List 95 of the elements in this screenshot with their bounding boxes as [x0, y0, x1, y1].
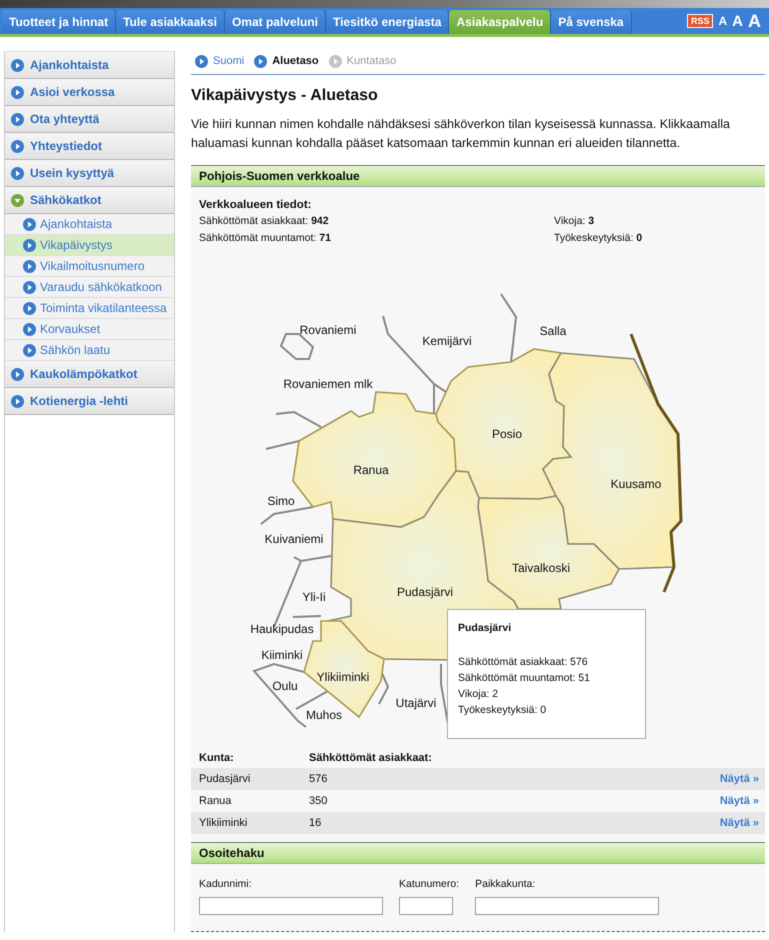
breadcrumb-link[interactable]: Suomi: [195, 54, 244, 68]
down-arrow-circle-icon: [11, 194, 24, 206]
nav-tab[interactable]: Omat palveluni: [224, 10, 326, 34]
table-cell-text: Pudasjärvi: [199, 773, 252, 785]
sidebar-item[interactable]: Ajankohtaista: [5, 52, 174, 79]
text-size-link[interactable]: A: [748, 10, 761, 32]
table-cell-text: Ylikiiminki: [199, 817, 248, 829]
input-field[interactable]: [475, 897, 660, 915]
breadcrumb-link[interactable]: Aluetaso: [254, 54, 319, 68]
table-cell-text: 576: [309, 773, 328, 785]
place-label[interactable]: Taivalkoski: [512, 561, 570, 575]
place-label[interactable]: Yli-Ii: [302, 590, 326, 604]
sidebar-subitem[interactable]: Varaudu sähkökatkoon: [5, 277, 174, 298]
field-label: Katunumero:: [399, 878, 460, 890]
arrow-circle-icon: [23, 238, 36, 252]
nav-tab[interactable]: Tiesitkö energiasta: [326, 10, 450, 34]
tooltip-line: Sähköttömät muuntamot: 51: [458, 672, 591, 684]
arrow-circle-icon: [23, 344, 36, 356]
sidebar-item[interactable]: Kaukolämpökatkot: [5, 361, 174, 388]
place-label[interactable]: Kiiminki: [261, 648, 303, 662]
show-link[interactable]: Näytä »: [720, 773, 759, 785]
field-label: Paikkakunta:: [475, 878, 536, 890]
arrow-circle-icon: [23, 322, 36, 336]
sidebar-subitem[interactable]: Sähkön laatu: [5, 340, 174, 361]
sidebar-subitem[interactable]: Korvaukset: [5, 319, 174, 340]
sidebar-subitem[interactable]: Toiminta vikatilanteessa: [5, 298, 174, 319]
info-heading: Verkkoalueen tiedot:: [199, 199, 312, 211]
stat-text: Sähköttömät asiakkaat: 942: [199, 215, 330, 227]
arrow-circle-icon: [11, 394, 24, 408]
arrow-circle-icon: [23, 260, 36, 272]
place-label[interactable]: Salla: [540, 324, 566, 338]
place-label[interactable]: Oulu: [272, 679, 298, 693]
column-header: Kunta:: [199, 752, 235, 764]
place-label[interactable]: Simo: [267, 494, 295, 508]
arrow-circle-icon: [23, 280, 36, 294]
intro-text: Vie hiiri kunnan nimen kohdalle nähdäksesi sähköverkon tilan kyseisessä kunnassa. Klikkaamalla haluamasi kunnan kohdalla pääset katsomaan tarkemmin kunnan eri alueiden tilannetta.: [191, 116, 731, 152]
sidebar-subitem[interactable]: Ajankohtaista: [5, 214, 174, 235]
sidebar-item[interactable]: Kotienergia -lehti: [5, 388, 174, 415]
place-label[interactable]: Haukipudas: [250, 622, 314, 636]
text-size-link[interactable]: A: [732, 12, 743, 30]
rss-badge[interactable]: RSS: [686, 14, 714, 28]
breadcrumb-link[interactable]: Kuntataso: [328, 54, 396, 68]
place-label[interactable]: Posio: [492, 427, 522, 441]
table-cell-text: 16: [309, 817, 322, 829]
nav-tab[interactable]: Tule asiakkaaksi: [116, 10, 225, 34]
place-label[interactable]: Muhos: [306, 708, 342, 722]
arrow-circle-icon: [11, 368, 24, 380]
place-label[interactable]: Kuivaniemi: [264, 532, 324, 546]
sidebar-subitem[interactable]: Vikapäivystys: [5, 235, 174, 256]
arrow-circle-icon: [11, 86, 24, 98]
page-title: Vikapäivystys - Aluetaso: [191, 87, 379, 105]
section-header: Osoitehaku: [191, 842, 765, 864]
tooltip-title: Pudasjärvi: [458, 622, 512, 634]
arrow-circle-icon: [254, 54, 268, 68]
tooltip-line: Vikoja: 2: [458, 688, 500, 700]
input-field[interactable]: [199, 897, 383, 915]
sidebar-item[interactable]: Sähkökatkot: [5, 187, 174, 214]
sidebar-item[interactable]: Asioi verkossa: [5, 79, 174, 106]
arrow-circle-icon: [11, 58, 24, 72]
place-label[interactable]: Pudasjärvi: [396, 585, 454, 599]
sidebar-item[interactable]: Ota yhteyttä: [5, 106, 174, 133]
arrow-circle-icon: [11, 140, 24, 152]
arrow-circle-icon: [23, 302, 36, 314]
sidebar-subitem[interactable]: Vikailmoitusnumero: [5, 256, 174, 277]
arrow-circle-icon: [23, 218, 36, 230]
nav-tab[interactable]: Asiakaspalvelu: [449, 10, 552, 34]
section-header: Pohjois-Suomen verkkoalue: [191, 165, 765, 187]
place-label[interactable]: Rovaniemi: [300, 323, 356, 337]
arrow-circle-icon: [11, 166, 24, 180]
sidebar-item[interactable]: Usein kysyttyä: [5, 160, 174, 187]
place-label[interactable]: Kuusamo: [610, 477, 662, 491]
input-field[interactable]: [399, 897, 453, 915]
stat-text: Vikoja: 3: [554, 215, 596, 227]
arrow-circle-icon: [328, 54, 342, 68]
text-size-link[interactable]: A: [718, 14, 728, 28]
column-header: Sähköttömät asiakkaat:: [309, 752, 433, 764]
tooltip-line: Sähköttömät asiakkaat: 576: [458, 656, 589, 668]
place-label[interactable]: Rovaniemen mlk: [283, 377, 373, 391]
show-link[interactable]: Näytä »: [720, 817, 759, 829]
field-label: Kadunnimi:: [199, 878, 253, 890]
arrow-circle-icon: [195, 54, 208, 68]
place-label[interactable]: Utajärvi: [396, 696, 436, 710]
place-label[interactable]: Ranua: [353, 463, 389, 477]
tooltip-line: Työkeskeytyksiä: 0: [458, 704, 548, 716]
nav-tab[interactable]: Tuotteet ja hinnat: [2, 10, 116, 34]
stat-text: Työkeskeytyksiä: 0: [554, 232, 644, 244]
place-label[interactable]: Kemijärvi: [422, 334, 472, 348]
sidebar-item[interactable]: Yhteystiedot: [5, 133, 174, 160]
stat-text: Sähköttömät muuntamot: 71: [199, 232, 332, 244]
place-label[interactable]: Ylikiiminki: [316, 670, 370, 684]
nav-tab[interactable]: På svenska: [551, 10, 632, 34]
table-cell-text: 350: [309, 795, 328, 807]
arrow-circle-icon: [11, 112, 24, 126]
table-cell-text: Ranua: [199, 795, 232, 807]
show-link[interactable]: Näytä »: [720, 795, 759, 807]
